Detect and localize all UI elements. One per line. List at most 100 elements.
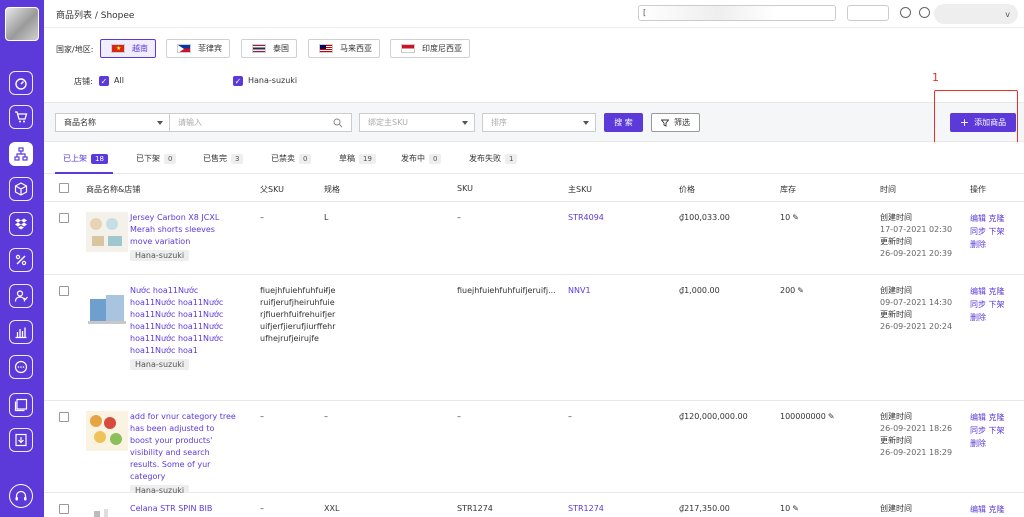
country-malaysia[interactable]: 马来西亚 xyxy=(308,39,380,58)
sync-link[interactable]: 同步 xyxy=(970,426,986,435)
product-name-link[interactable]: add for vnur category tree has been adju… xyxy=(130,411,238,483)
sync-link[interactable]: 同步 xyxy=(970,227,986,236)
parent-sku: – xyxy=(260,504,264,513)
time-cell: 创建时间 xyxy=(880,504,912,513)
actions-cell: 编辑 克隆 同步 下架 删除 xyxy=(970,411,1005,450)
breadcrumb: 商品列表 / Shopee xyxy=(56,11,135,21)
sync-link[interactable]: 同步 xyxy=(970,300,986,309)
table-row: add for vnur category tree has been adju… xyxy=(44,401,1024,496)
tab-listed[interactable]: 已上架 18 xyxy=(63,153,108,164)
search-button[interactable]: 搜 索 xyxy=(604,113,643,132)
clone-link[interactable]: 克隆 xyxy=(989,413,1005,422)
edit-link[interactable]: 编辑 xyxy=(970,413,986,422)
row-checkbox[interactable] xyxy=(59,286,69,296)
stock-value: 10 xyxy=(780,213,791,222)
tab-sold-out[interactable]: 已售完 3 xyxy=(203,153,244,164)
box-icon[interactable] xyxy=(9,177,33,201)
edit-link[interactable]: 编辑 xyxy=(970,214,986,223)
cart-icon[interactable] xyxy=(9,105,33,129)
dashboard-icon[interactable] xyxy=(9,71,33,95)
tab-delisted[interactable]: 已下架 0 xyxy=(136,153,177,164)
tab-draft[interactable]: 草稿 19 xyxy=(339,153,376,164)
country-vietnam[interactable]: ★ 越南 xyxy=(100,39,156,58)
clone-link[interactable]: 克隆 xyxy=(989,505,1005,514)
product-thumbnail[interactable] xyxy=(86,212,128,252)
col-name: 商品名称&店铺 xyxy=(86,185,141,194)
shop-all-checkbox[interactable]: ✓ xyxy=(99,76,109,86)
master-sku-link[interactable]: NNV1 xyxy=(568,285,591,297)
row-checkbox[interactable] xyxy=(59,213,69,223)
search-input[interactable]: 请输入 xyxy=(170,113,352,132)
actions-cell: 编辑 克隆 xyxy=(970,503,1005,516)
users-icon[interactable] xyxy=(9,284,33,308)
edit-link[interactable]: 编辑 xyxy=(970,287,986,296)
help-icon[interactable] xyxy=(900,7,911,18)
product-thumbnail[interactable] xyxy=(86,503,128,517)
shop-hana-label: Hana-suzuki xyxy=(248,76,298,85)
stock-value: 200 xyxy=(780,286,796,295)
delete-link[interactable]: 删除 xyxy=(970,311,1005,324)
top-action-button[interactable] xyxy=(847,5,889,21)
settings-icon[interactable] xyxy=(919,7,930,18)
gallery-icon[interactable] xyxy=(9,393,33,417)
sort-select[interactable]: 排序 xyxy=(482,113,596,132)
user-menu[interactable]: v xyxy=(934,4,1018,24)
delist-link[interactable]: 下架 xyxy=(989,227,1005,236)
delete-link[interactable]: 删除 xyxy=(970,437,1005,450)
product-name-link[interactable]: Nước hoa11Nước hoa11Nước hoa11Nước hoa11… xyxy=(130,285,238,357)
shop-badge: Hana-suzuki xyxy=(130,250,190,261)
product-name-link[interactable]: Jersey Carbon X8 JCXL Merah shorts sleev… xyxy=(130,212,238,248)
spec: L xyxy=(324,213,329,222)
chat-icon[interactable] xyxy=(9,355,33,379)
delist-link[interactable]: 下架 xyxy=(989,426,1005,435)
headset-icon[interactable] xyxy=(9,484,33,508)
stock-value: 100000000 xyxy=(780,412,826,421)
tab-publishing[interactable]: 发布中 0 xyxy=(401,153,442,164)
product-tree-icon[interactable] xyxy=(9,142,33,166)
tab-banned[interactable]: 已禁卖 0 xyxy=(271,153,312,164)
shop-hana-checkbox[interactable]: ✓ xyxy=(233,76,243,86)
pencil-icon[interactable]: ✎ xyxy=(828,411,835,423)
col-time: 时间 xyxy=(880,185,896,194)
edit-link[interactable]: 编辑 xyxy=(970,505,986,514)
discount-icon[interactable] xyxy=(9,248,33,272)
actions-cell: 编辑 克隆 同步 下架 删除 xyxy=(970,285,1005,324)
pencil-icon[interactable]: ✎ xyxy=(792,503,799,515)
bar-chart-icon[interactable] xyxy=(9,320,33,344)
product-thumbnail[interactable] xyxy=(86,289,128,329)
table-row: Celana STR SPIN BIB – XXL STR1274 STR127… xyxy=(44,493,1024,517)
app-logo xyxy=(5,7,39,41)
country-thailand[interactable]: 泰国 xyxy=(241,39,297,58)
delete-link[interactable]: 删除 xyxy=(970,238,1005,251)
delist-link[interactable]: 下架 xyxy=(989,300,1005,309)
product-thumbnail[interactable] xyxy=(86,411,128,451)
clone-link[interactable]: 克隆 xyxy=(989,287,1005,296)
pencil-icon[interactable]: ✎ xyxy=(792,212,799,224)
top-search-text: [ xyxy=(643,8,647,17)
price: ₫1,000.00 xyxy=(679,286,720,295)
filter-button[interactable]: 筛选 xyxy=(651,113,700,132)
master-sku-select[interactable]: 绑定主SKU xyxy=(359,113,475,132)
chevron-down-icon xyxy=(583,121,589,125)
col-stock: 库存 xyxy=(780,185,796,194)
dropbox-icon[interactable] xyxy=(9,212,33,236)
top-search-box[interactable]: [ xyxy=(638,5,836,21)
row-checkbox[interactable] xyxy=(59,504,69,514)
master-sku-link[interactable]: STR4094 xyxy=(568,212,604,224)
row-checkbox[interactable] xyxy=(59,412,69,422)
price: ₫217,350.00 xyxy=(679,504,730,513)
country-philippines[interactable]: 菲律宾 xyxy=(166,39,230,58)
tab-failed[interactable]: 发布失败 1 xyxy=(469,153,518,164)
pencil-icon[interactable]: ✎ xyxy=(797,285,804,297)
product-name-link[interactable]: Celana STR SPIN BIB xyxy=(130,503,238,515)
clone-link[interactable]: 克隆 xyxy=(989,214,1005,223)
col-sku: SKU xyxy=(457,184,473,193)
spec: XXL xyxy=(324,504,340,513)
vietnam-flag-icon: ★ xyxy=(111,44,125,53)
search-field-select[interactable]: 商品名称 xyxy=(55,113,170,132)
download-icon[interactable] xyxy=(9,428,33,452)
col-parent-sku: 父SKU xyxy=(260,185,284,194)
master-sku-link[interactable]: STR1274 xyxy=(568,503,604,515)
country-indonesia[interactable]: 印度尼西亚 xyxy=(390,39,470,58)
select-all-checkbox[interactable] xyxy=(59,183,69,193)
